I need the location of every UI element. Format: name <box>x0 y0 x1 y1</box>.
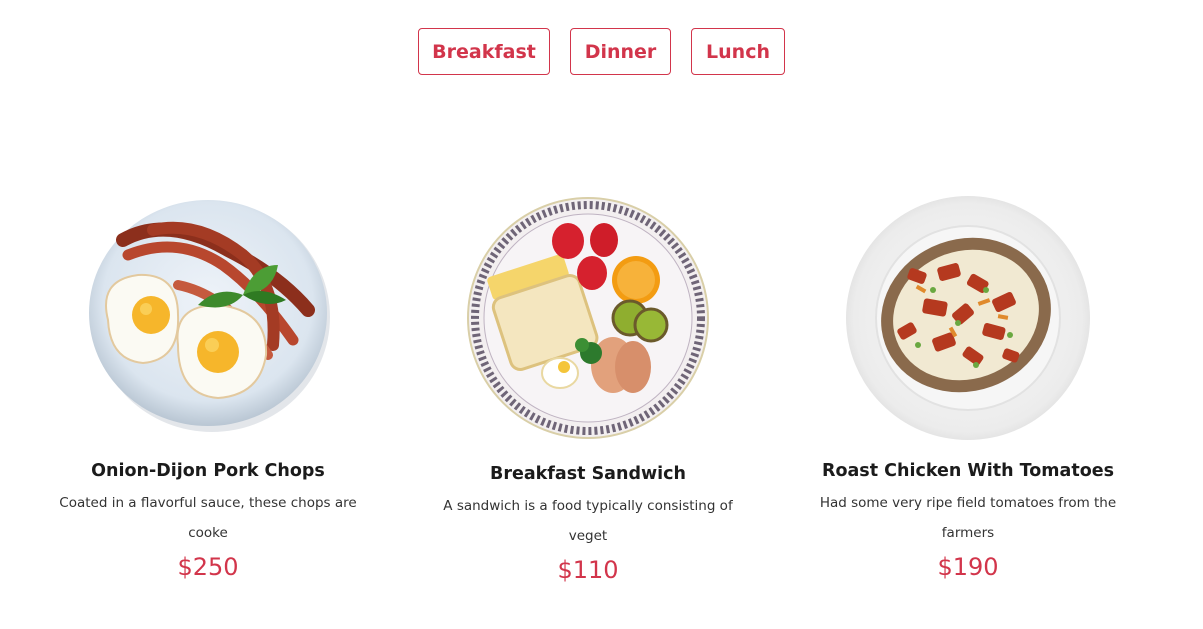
category-tabs: Breakfast Dinner Lunch <box>0 28 1203 75</box>
breakfast-sandwich-plate-image <box>467 197 709 439</box>
dish-price: $190 <box>937 553 999 581</box>
dish-image <box>28 195 388 440</box>
menu-page: Breakfast Dinner Lunch Onion-Dijon Pork … <box>0 0 1203 629</box>
menu-card[interactable]: Roast Chicken With Tomatoes Had some ver… <box>788 195 1148 582</box>
tab-breakfast[interactable]: Breakfast <box>418 28 550 75</box>
roast-chicken-plate-image <box>846 196 1090 440</box>
menu-card[interactable]: Breakfast Sandwich A sandwich is a food … <box>408 195 768 585</box>
dish-description: A sandwich is a food typically consistin… <box>443 498 733 544</box>
dish-description: Had some very ripe field tomatoes from t… <box>819 495 1117 541</box>
dish-title: Roast Chicken With Tomatoes <box>821 461 1114 481</box>
menu-card[interactable]: Onion-Dijon Pork Chops Coated in a flavo… <box>28 195 388 582</box>
dish-description: Coated in a flavorful sauce, these chops… <box>59 495 357 541</box>
tab-lunch[interactable]: Lunch <box>691 28 785 75</box>
bacon-eggs-plate-image <box>89 200 330 432</box>
dish-price: $250 <box>177 553 239 581</box>
tab-dinner[interactable]: Dinner <box>570 28 671 75</box>
dish-title: Onion-Dijon Pork Chops <box>91 461 325 481</box>
dish-image <box>788 195 1148 440</box>
dish-price: $110 <box>557 556 619 584</box>
dish-title: Breakfast Sandwich <box>490 464 686 484</box>
dish-image <box>408 195 768 440</box>
